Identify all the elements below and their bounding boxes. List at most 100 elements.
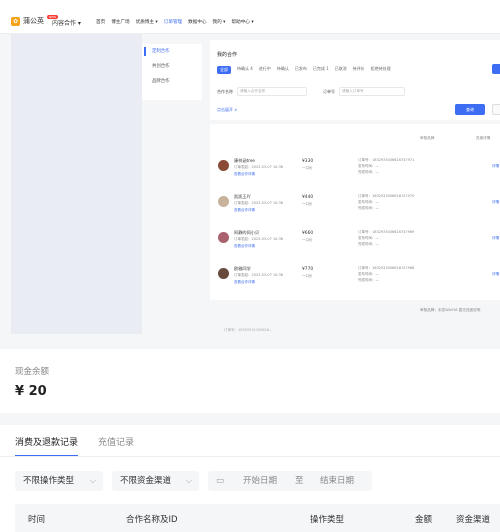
date-range-picker[interactable]: ▭ 开始日期 至 结束日期 (208, 471, 372, 491)
menu-item-brand-cooperation[interactable]: 品牌合作 (142, 74, 202, 89)
avatar (218, 232, 229, 243)
nav-home[interactable]: 首页 (96, 19, 105, 25)
detail-link[interactable]: 详情 (492, 164, 499, 169)
column-operation-type: 操作类型 (310, 515, 345, 525)
tabs-divider (0, 456, 500, 457)
chevron-down-icon: ⌵ (89, 476, 96, 485)
reset-button[interactable] (492, 104, 500, 115)
menu-item-custom-cooperation[interactable]: 定制合作 (142, 44, 202, 59)
my-cooperation-panel: 我的合作 全部 待确认 4 进行中 待确认 已发布 已完成 1 已取消 待评价 … (210, 40, 500, 120)
footer-status-text: 审核品牌：未发WASYA 暂无进度说明 (420, 308, 481, 312)
dandelion-logo-icon: ✿ (11, 16, 20, 26)
status-tabs: 全部 待确认 4 进行中 待确认 已发布 已完成 1 已取消 待评价 拒绝待处理 (217, 66, 391, 74)
nav-data-center[interactable]: 数据中心 (188, 19, 206, 25)
records-tabs: 消费及退款记录 充值记录 (15, 435, 134, 457)
tab-all[interactable]: 全部 (217, 66, 231, 74)
column-amount: 金额 (415, 515, 433, 525)
complete-time: 完成时间：— (358, 170, 379, 174)
order-number-filter: 订单号 请输入订单号 (323, 87, 405, 96)
content-cooperation-dropdown[interactable]: 内容合作 ▾ (52, 18, 81, 27)
order-date: 订单发起：2023-03-07 10:36 (234, 165, 284, 169)
export-button[interactable] (492, 64, 500, 74)
panel-title: 我的合作 (217, 52, 238, 58)
order-row: 康梓涵tree 订单发起：2023-03-07 10:36 查看合作详情 ¥33… (210, 154, 500, 188)
order-info: 订单号：1632933006616747970 发布时间：— 完成时间：— (358, 193, 414, 211)
tab-rejected[interactable]: 拒绝待处理 (371, 66, 391, 74)
tab-pending-confirm[interactable]: 待确认 4 (237, 66, 253, 74)
order-row: 欧雅同学 订单发起：2023-03-07 10:36 查看合作详情 ¥770 一… (210, 262, 500, 296)
avatar (218, 160, 229, 171)
tab-published[interactable]: 已发布 (295, 66, 307, 74)
cooperation-name-input[interactable]: 请输入合作名称 (237, 87, 307, 96)
tab-to-review[interactable]: 待评价 (353, 66, 365, 74)
end-date-input[interactable]: 结束日期 (320, 471, 354, 491)
order-row: 阿静的同小贝 订单发起：2023-03-07 10:36 查看合作详情 ¥660… (210, 226, 500, 260)
blogger-name[interactable]: 欧雅同学 (234, 266, 251, 272)
order-price: ¥330 (302, 159, 314, 164)
order-row: 凯凯王吖 订单发起：2023-03-07 10:36 查看合作详情 ¥440 一… (210, 190, 500, 224)
calendar-icon: ▭ (216, 476, 225, 486)
order-number-input[interactable]: 请输入订单号 (339, 87, 405, 96)
start-date-input[interactable]: 开始日期 (243, 471, 277, 491)
truncated-row: 订单号：16329331106616... (224, 328, 273, 332)
order-info: 订单号：1632933006616747968 发布时间：— 完成时间：— (358, 265, 414, 283)
balance-value: ¥ 20 (15, 384, 47, 399)
main-nav: 首页 博主广场 优质博主 ▾ 订单管理 数据中心 我的 ▾ 帮助中心 ▾ (96, 19, 254, 25)
tab-consumption-refund[interactable]: 消费及退款记录 (15, 435, 79, 457)
price-type: 一口价 (302, 202, 313, 206)
view-detail-link[interactable]: 查看合作详情 (234, 172, 255, 177)
nav-order-management[interactable]: 订单管理 (164, 19, 182, 25)
blogger-name[interactable]: 阿静的同小贝 (234, 230, 259, 236)
tab-awaiting[interactable]: 待确认 (277, 66, 289, 74)
chevron-down-icon: ⌵ (185, 476, 192, 485)
price-type: 一口价 (302, 274, 313, 278)
nav-mine[interactable]: 我的 ▾ (213, 19, 226, 25)
logo-text: 蒲公英 (23, 17, 44, 25)
complete-time: 完成时间：— (358, 278, 379, 282)
fund-channel-select[interactable]: 不限资金渠道 ⌵ (112, 471, 199, 491)
column-time: 时间 (28, 515, 46, 525)
header-review-brand: 审核品牌 (420, 136, 435, 140)
left-sidebar-placeholder (11, 34, 142, 334)
menu-item-co-creation[interactable]: 共创合作 (142, 59, 202, 74)
cooperation-name-label: 合作名称 (217, 88, 233, 94)
order-price: ¥770 (302, 267, 314, 272)
order-date: 订单发起：2023-03-07 10:36 (234, 201, 284, 205)
view-detail-link[interactable]: 查看合作详情 (234, 280, 255, 285)
order-price: ¥440 (302, 195, 314, 200)
order-date: 订单发起：2023-03-07 10:36 (234, 273, 284, 277)
cash-balance-card: 现金余额 ¥ 20 (0, 349, 500, 413)
order-type-menu: 定制合作 共创合作 品牌合作 (142, 44, 202, 100)
detail-link[interactable]: 详情 (492, 236, 499, 241)
avatar (218, 196, 229, 207)
order-number-label: 订单号 (323, 88, 335, 94)
blogger-name[interactable]: 康梓涵tree (234, 158, 255, 164)
operation-type-select[interactable]: 不限操作类型 ⌵ (15, 471, 103, 491)
detail-link[interactable]: 详情 (492, 272, 499, 277)
avatar (218, 268, 229, 279)
tab-recharge[interactable]: 充值记录 (98, 435, 134, 457)
complete-time: 完成时间：— (358, 242, 379, 246)
nav-blogger-square[interactable]: 博主广场 (111, 19, 129, 25)
order-info: 订单号：1632933006616747971 发布时间：— 完成时间：— (358, 157, 414, 175)
view-detail-link[interactable]: 查看合作详情 (234, 208, 255, 213)
detail-link[interactable]: 详情 (492, 200, 499, 205)
price-type: 一口价 (302, 238, 313, 242)
view-detail-link[interactable]: 查看合作详情 (234, 244, 255, 249)
cooperation-name-filter: 合作名称 请输入合作名称 (217, 87, 307, 96)
records-table-header: 时间 合作名称及ID 操作类型 金额 资金渠道 (15, 504, 500, 532)
date-range-separator: 至 (295, 476, 304, 486)
blogger-name[interactable]: 凯凯王吖 (234, 194, 251, 200)
expand-filters-link[interactable]: 点击展开 ∨ (217, 107, 237, 113)
tab-completed[interactable]: 已完成 1 (313, 66, 329, 74)
column-fund-channel: 资金渠道 (456, 515, 491, 525)
order-list-footer: 审核品牌：未发WASYA 暂无进度说明 订单号：16329331106616..… (210, 306, 500, 332)
search-button[interactable]: 查询 (455, 104, 485, 115)
order-date: 订单发起：2023-03-07 10:36 (234, 237, 284, 241)
column-cooperation-name: 合作名称及ID (126, 515, 178, 525)
tab-cancelled[interactable]: 已取消 (335, 66, 347, 74)
tab-in-progress[interactable]: 进行中 (259, 66, 271, 74)
nav-help-center[interactable]: 帮助中心 ▾ (232, 19, 254, 25)
nav-quality-bloggers[interactable]: 优质博主 ▾ (136, 19, 158, 25)
balance-label: 现金余额 (15, 367, 50, 377)
